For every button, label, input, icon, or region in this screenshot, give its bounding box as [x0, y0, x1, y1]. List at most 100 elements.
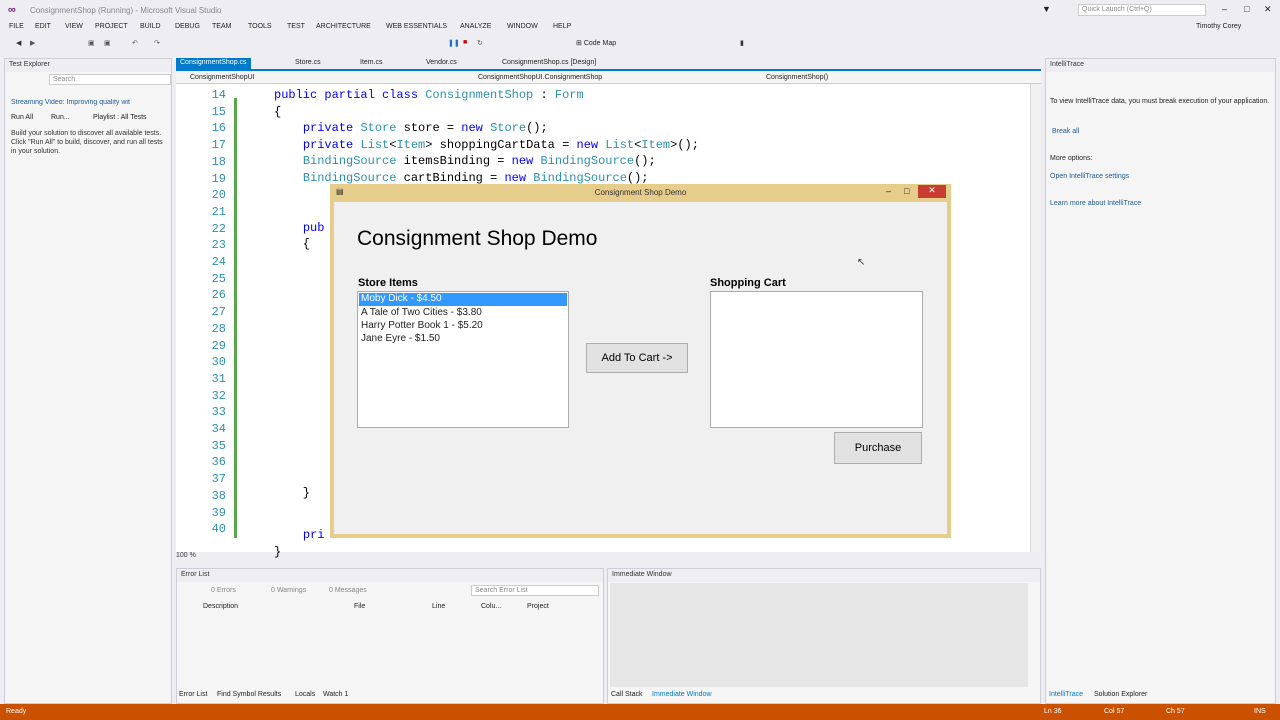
- maximize-button[interactable]: □: [1244, 4, 1249, 14]
- menu-file[interactable]: FILE: [9, 23, 24, 30]
- error-search-input[interactable]: Search Error List: [471, 585, 599, 596]
- line-number: 36: [211, 455, 226, 470]
- line-number: 39: [211, 505, 226, 520]
- minimize-button[interactable]: –: [1222, 4, 1227, 14]
- project-dropdown[interactable]: ConsignmentShopUI: [190, 74, 255, 81]
- save-all-icon[interactable]: ▣: [104, 39, 111, 51]
- window-title: ConsignmentShop (Running) - Microsoft Vi…: [30, 6, 222, 15]
- menu-view[interactable]: VIEW: [65, 23, 83, 30]
- col-line[interactable]: Line: [432, 603, 445, 610]
- save-icon[interactable]: ▣: [88, 39, 95, 51]
- menu-debug[interactable]: DEBUG: [175, 23, 200, 30]
- quick-launch-input[interactable]: Quick Launch (Ctrl+Q): [1078, 4, 1206, 16]
- menu-help[interactable]: HELP: [553, 23, 571, 30]
- editor-tab-strip: ConsignmentShop.cs Store.cs Item.cs Vend…: [176, 58, 1041, 71]
- errors-filter-button[interactable]: 0 Errors: [211, 587, 236, 594]
- run-all-link[interactable]: Run All: [11, 114, 33, 121]
- add-to-cart-button[interactable]: Add To Cart ->: [586, 343, 688, 373]
- list-item[interactable]: A Tale of Two Cities - $3.80: [358, 307, 568, 320]
- more-options-label: More options:: [1050, 155, 1093, 162]
- tab-intellitrace[interactable]: IntelliTrace: [1049, 691, 1083, 698]
- menu-web-essentials[interactable]: WEB ESSENTIALS: [386, 23, 447, 30]
- line-number: 24: [211, 255, 226, 269]
- form-close-button[interactable]: ✕: [918, 185, 946, 198]
- line-number: 20: [211, 188, 226, 203]
- form-titlebar: ▤ Consignment Shop Demo – □ ✕: [330, 184, 951, 202]
- learn-more-link[interactable]: Learn more about IntelliTrace: [1050, 200, 1141, 207]
- playlist-dropdown[interactable]: Playlist : All Tests: [93, 114, 147, 121]
- list-item[interactable]: Harry Potter Book 1 - $5.20: [358, 320, 568, 333]
- open-settings-link[interactable]: Open IntelliTrace settings: [1050, 173, 1129, 180]
- tab-watch-1[interactable]: Watch 1: [323, 691, 348, 698]
- warnings-filter-button[interactable]: 0 Warnings: [271, 587, 306, 594]
- tab-store-cs[interactable]: Store.cs: [291, 58, 325, 70]
- tab-design[interactable]: ConsignmentShop.cs [Design]: [498, 58, 600, 70]
- stop-icon[interactable]: ■: [463, 39, 467, 51]
- menu-architecture[interactable]: ARCHITECTURE: [316, 23, 371, 30]
- col-description[interactable]: Description: [203, 603, 238, 610]
- form-minimize-button[interactable]: –: [886, 186, 891, 196]
- tab-vendor-cs[interactable]: Vendor.cs: [422, 58, 461, 70]
- line-number: 30: [211, 355, 226, 370]
- menu-team[interactable]: TEAM: [212, 23, 231, 30]
- menu-tools[interactable]: TOOLS: [248, 23, 272, 30]
- break-all-icon[interactable]: ❚❚: [448, 39, 460, 51]
- streaming-notice[interactable]: Streaming Video: Improving quality wit: [11, 99, 169, 106]
- intellitrace-panel: IntelliTrace To view IntelliTrace data, …: [1045, 58, 1276, 704]
- redo-icon[interactable]: ↷: [154, 39, 160, 51]
- menu-analyze[interactable]: ANALYZE: [460, 23, 491, 30]
- code-line-39: pri: [302, 528, 325, 542]
- list-item[interactable]: Moby Dick - $4.50: [359, 293, 567, 306]
- immediate-window-input[interactable]: [610, 583, 1028, 687]
- tab-locals[interactable]: Locals: [295, 691, 315, 698]
- code-line-22: {: [274, 237, 311, 251]
- store-items-listbox[interactable]: Moby Dick - $4.50 A Tale of Two Cities -…: [357, 291, 569, 428]
- restart-icon[interactable]: ↻: [477, 39, 483, 51]
- class-dropdown[interactable]: ConsignmentShopUI.ConsignmentShop: [478, 74, 602, 81]
- code-line-19: BindingSource cartBinding = new BindingS…: [302, 171, 649, 185]
- code-line-18: BindingSource itemsBinding = new Binding…: [302, 154, 656, 168]
- menu-project[interactable]: PROJECT: [95, 23, 128, 30]
- code-line-14: public partial class ConsignmentShop : F…: [274, 88, 584, 102]
- tab-item-cs[interactable]: Item.cs: [356, 58, 387, 70]
- shopping-cart-listbox[interactable]: [710, 291, 923, 428]
- close-button[interactable]: ✕: [1264, 4, 1272, 15]
- menu-edit[interactable]: EDIT: [35, 23, 51, 30]
- form-heading: Consignment Shop Demo: [357, 227, 598, 250]
- mouse-cursor-icon: ↖: [857, 257, 866, 268]
- tab-error-list[interactable]: Error List: [179, 691, 207, 698]
- bookmark-icon[interactable]: ▮: [740, 39, 744, 51]
- purchase-button[interactable]: Purchase: [834, 432, 922, 464]
- col-column[interactable]: Colu...: [481, 603, 501, 610]
- messages-filter-button[interactable]: 0 Messages: [329, 587, 367, 594]
- tab-find-symbol-results[interactable]: Find Symbol Results: [217, 691, 281, 698]
- code-line-17: private List<Item> shoppingCartData = ne…: [302, 138, 699, 152]
- intellitrace-bottom-tabs: IntelliTrace Solution Explorer: [1046, 689, 1275, 703]
- tab-consignmentshop-cs[interactable]: ConsignmentShop.cs: [176, 58, 251, 70]
- menu-test[interactable]: TEST: [287, 23, 305, 30]
- undo-icon[interactable]: ↶: [132, 39, 138, 51]
- member-dropdown[interactable]: ConsignmentShop(): [766, 74, 828, 81]
- tab-call-stack[interactable]: Call Stack: [611, 691, 643, 698]
- editor-scrollbar[interactable]: [1030, 84, 1041, 552]
- col-project[interactable]: Project: [527, 603, 549, 610]
- list-item[interactable]: Jane Eyre - $1.50: [358, 333, 568, 346]
- col-file[interactable]: File: [354, 603, 365, 610]
- code-map-button[interactable]: ⊞ Code Map: [576, 39, 616, 51]
- run-dropdown[interactable]: Run...: [51, 114, 70, 121]
- test-search-input[interactable]: Search: [49, 74, 171, 85]
- forward-icon[interactable]: ▶: [30, 39, 35, 51]
- filter-icon[interactable]: ▼: [1042, 4, 1051, 14]
- break-all-link[interactable]: Break all: [1052, 128, 1079, 135]
- tab-solution-explorer[interactable]: Solution Explorer: [1094, 691, 1147, 698]
- menu-build[interactable]: BUILD: [140, 23, 161, 30]
- test-explorer-title: Test Explorer: [5, 59, 171, 72]
- user-name[interactable]: Timothy Corey: [1196, 23, 1241, 30]
- menu-window[interactable]: WINDOW: [507, 23, 538, 30]
- zoom-level[interactable]: 100 %: [176, 552, 196, 559]
- back-icon[interactable]: ◀: [16, 39, 21, 51]
- intellitrace-description: To view IntelliTrace data, you must brea…: [1050, 98, 1270, 105]
- tab-immediate-window[interactable]: Immediate Window: [652, 691, 712, 698]
- form-maximize-button[interactable]: □: [904, 186, 909, 196]
- line-number: 17: [211, 138, 226, 153]
